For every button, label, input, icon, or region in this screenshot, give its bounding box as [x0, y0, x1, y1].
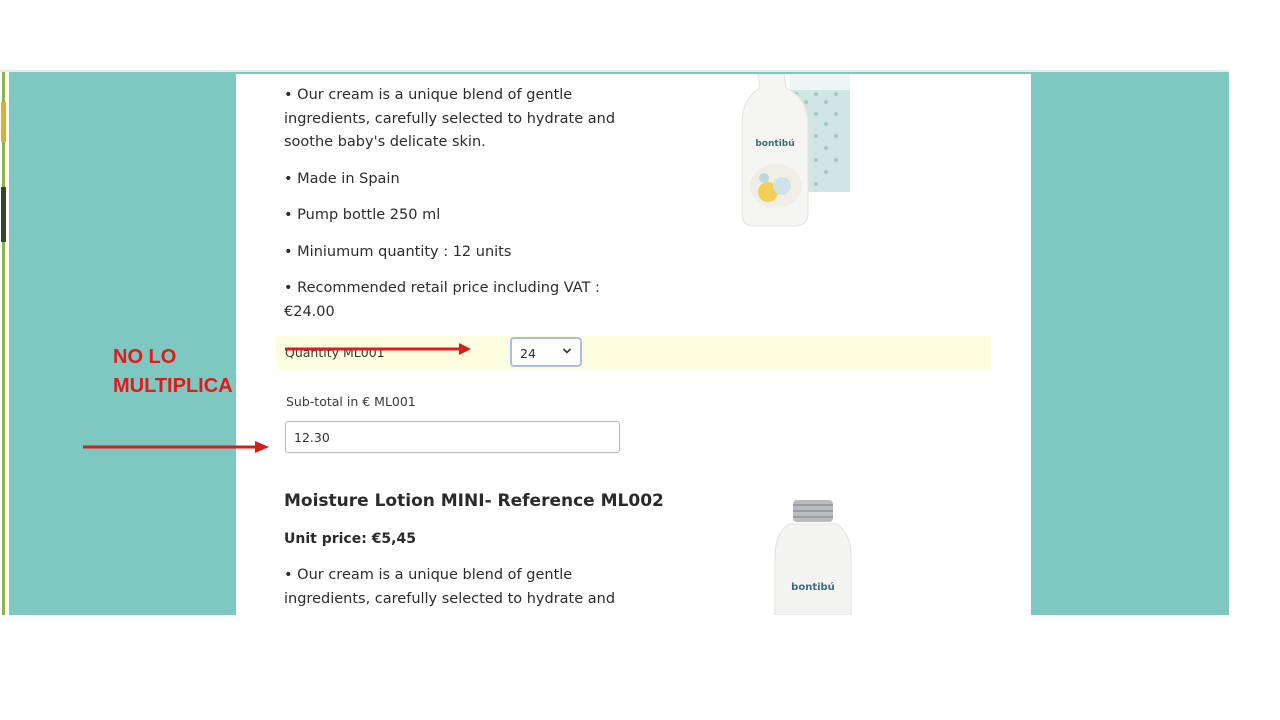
product1-bottle-image: bontibú [741, 74, 850, 227]
product1-bullet: • Our cream is a unique blend of gentle … [284, 87, 616, 150]
product2-unit-price: Unit price: €5,45 [284, 531, 416, 547]
subtotal-field[interactable] [285, 421, 620, 453]
screenshot-area: • Our cream is a unique blend of gentle … [0, 70, 1229, 615]
quantity-select[interactable]: 24 [510, 337, 582, 367]
quantity-select-value: 24 [520, 346, 536, 361]
red-arrow-icon [83, 441, 269, 453]
annotation-line: NO LO [113, 346, 177, 368]
edge-stripe-dark [1, 187, 6, 242]
product2-brand-text: bontibú [791, 581, 835, 593]
edge-stripe-yellow [1, 102, 6, 142]
product1-bullet: • Miniumum quantity : 12 units [284, 244, 512, 260]
chevron-down-icon [562, 348, 572, 354]
edge-stripe-green [2, 72, 5, 615]
red-arrow-icon [285, 343, 471, 355]
product1-bullet: • Pump bottle 250 ml [284, 207, 441, 223]
product2-bullet: • Our cream is a unique blend of gentle … [284, 567, 616, 615]
product1-brand-text: bontibú [755, 139, 794, 149]
left-edge-strip [0, 72, 9, 615]
product2-bottle-image: bontibú [774, 500, 852, 615]
subtotal-label: Sub-total in € ML001 [286, 394, 416, 409]
product1-bullet: • Made in Spain [284, 171, 400, 187]
annotation-line: MULTIPLICA [113, 375, 233, 397]
product1-bullet: • Recommended retail price including VAT… [284, 280, 600, 320]
product2-title: Moisture Lotion MINI- Reference ML002 [284, 491, 664, 511]
annotation-text: NO LO MULTIPLICA [113, 343, 233, 401]
